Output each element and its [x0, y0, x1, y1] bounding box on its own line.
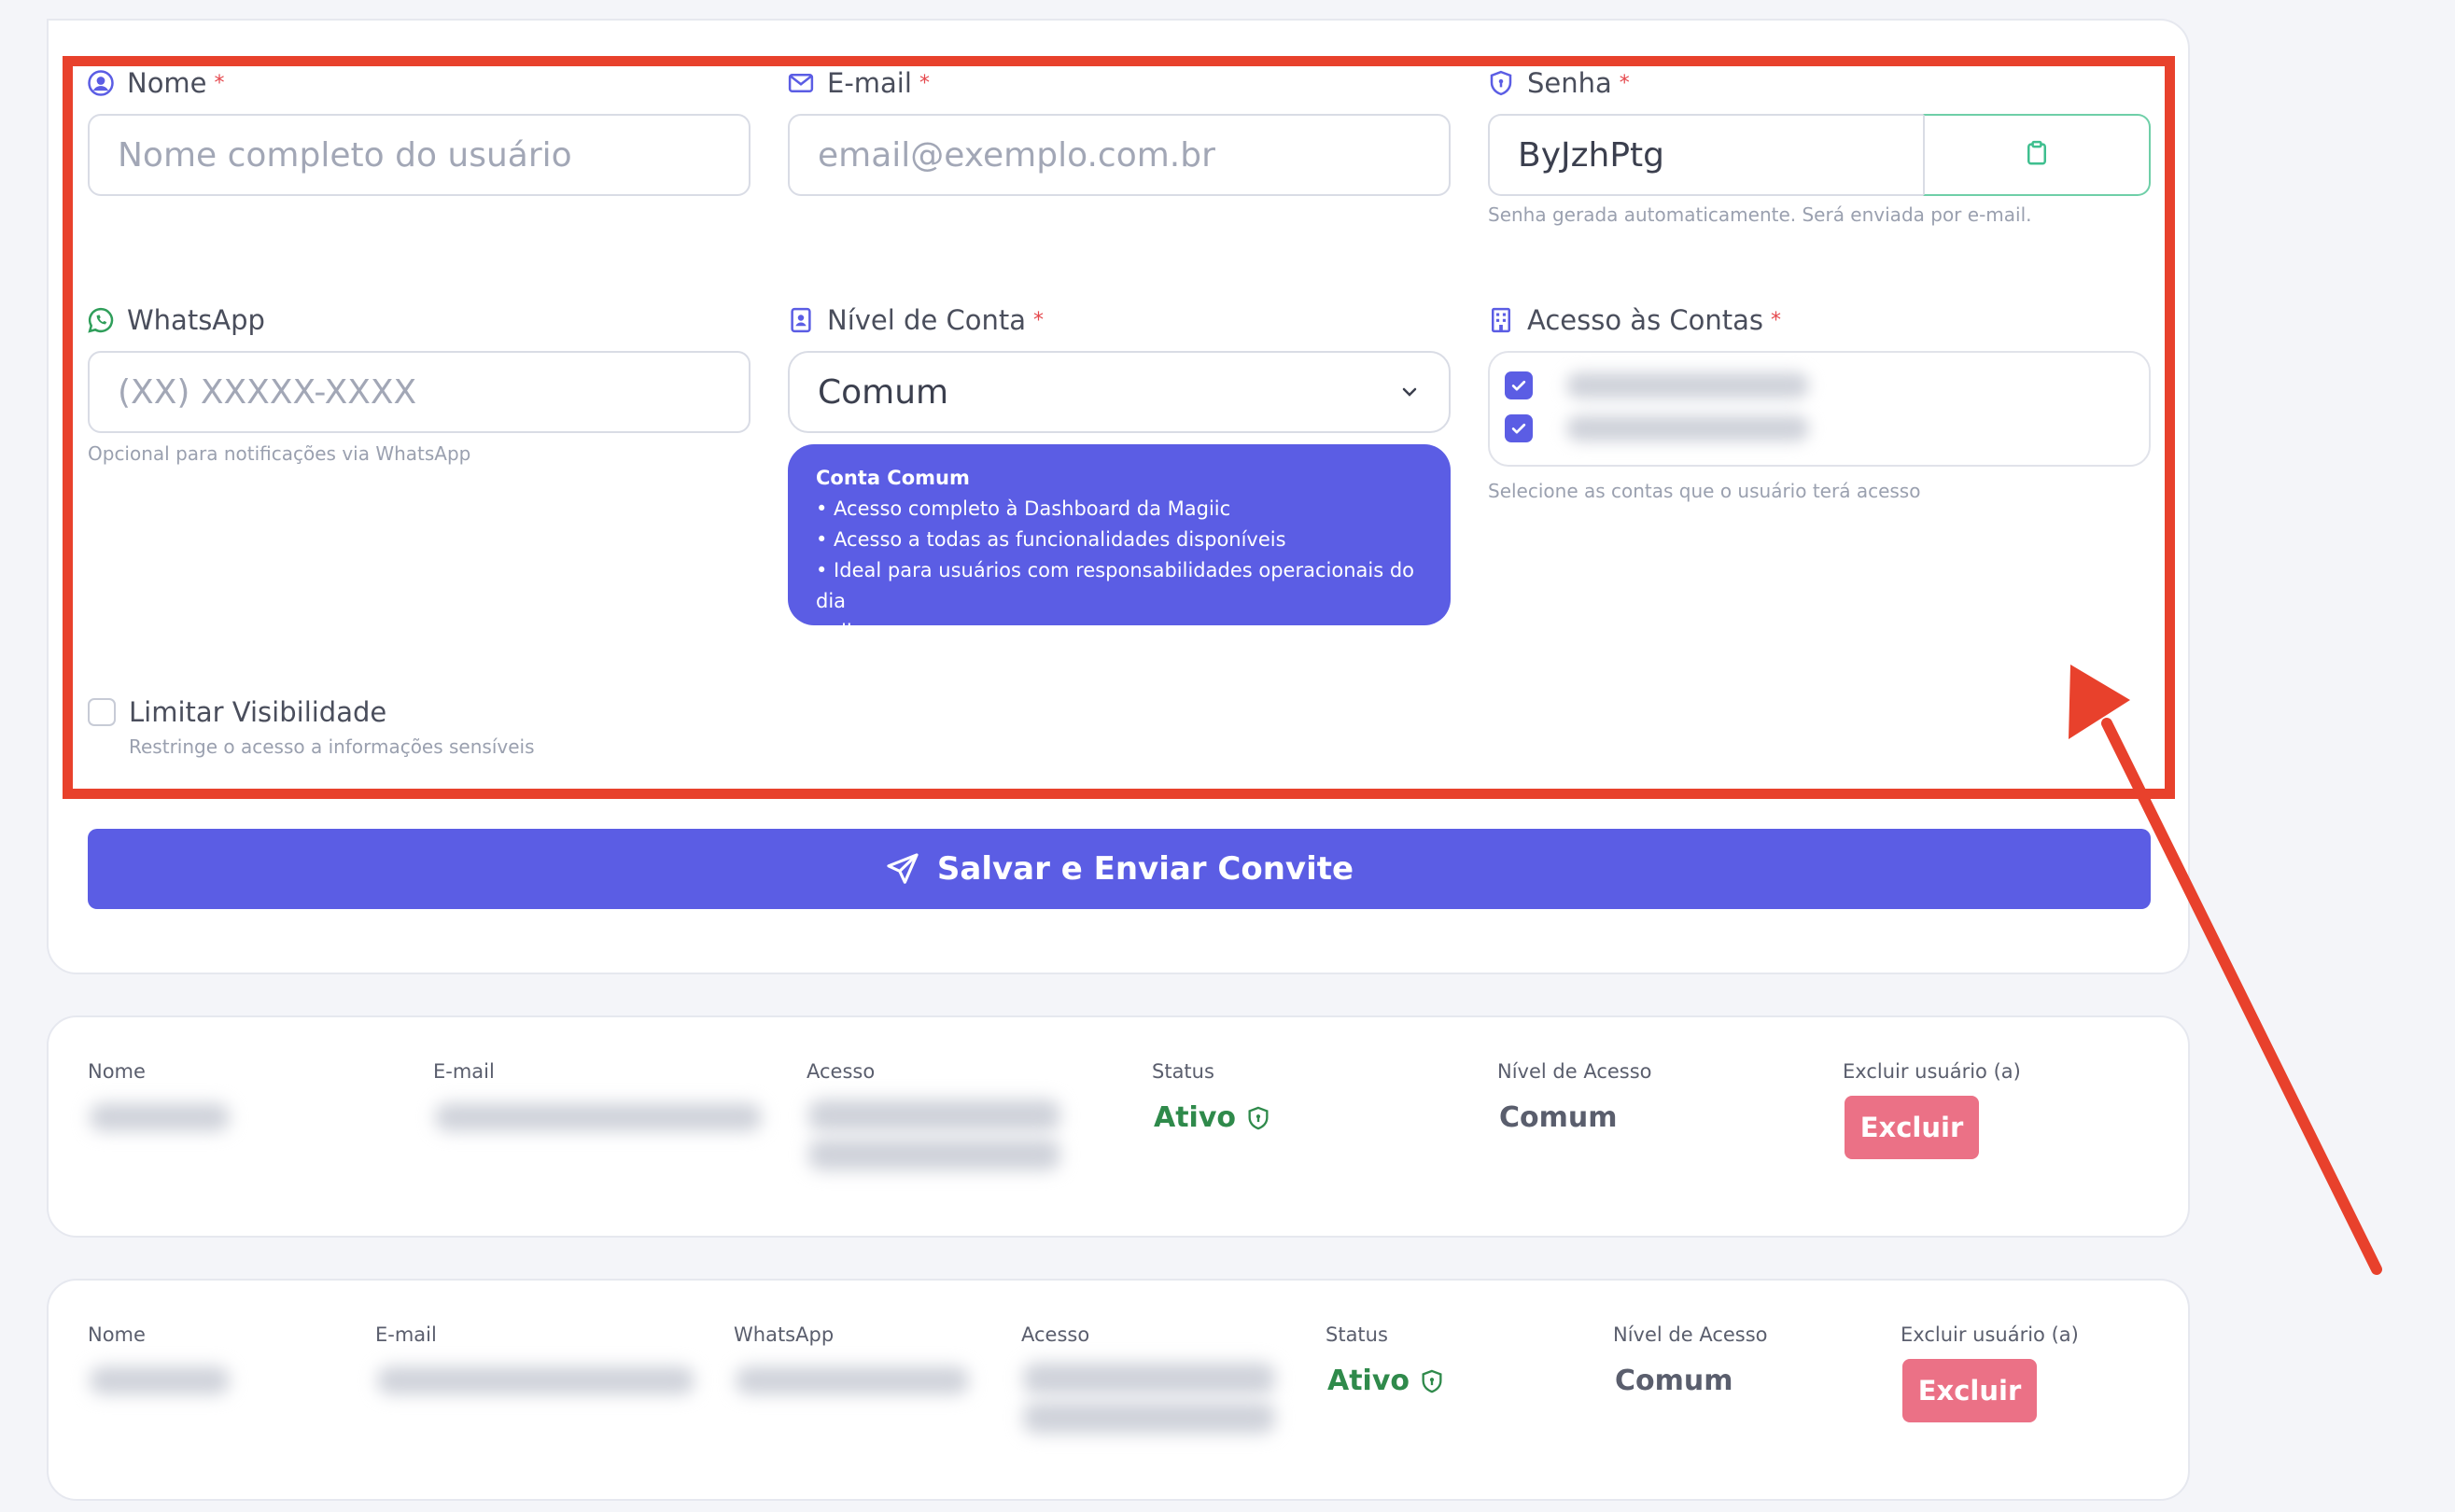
- account-level-select[interactable]: Comum: [788, 351, 1451, 433]
- account-name-redacted: [1566, 372, 1809, 399]
- password-hint: Senha gerada automaticamente. Será envia…: [1488, 203, 2032, 226]
- user-access-redacted: [808, 1099, 1060, 1131]
- save-and-invite-button[interactable]: Salvar e Enviar Convite: [88, 829, 2151, 909]
- user-status: Ativo: [1327, 1365, 1445, 1397]
- user-circle-icon: [86, 68, 116, 98]
- limit-visibility-checkbox[interactable]: [88, 698, 116, 726]
- check-icon[interactable]: [1505, 371, 1533, 399]
- envelope-icon: [786, 68, 816, 98]
- col-header-level: Nível de Acesso: [1497, 1060, 1652, 1083]
- shield-check-icon: [1419, 1368, 1445, 1394]
- limit-visibility-hint: Restringe o acesso a informações sensíve…: [129, 735, 535, 758]
- name-input[interactable]: Nome completo do usuário: [88, 114, 751, 196]
- col-header-email: E-mail: [433, 1060, 495, 1083]
- user-access-level: Comum: [1499, 1101, 1618, 1134]
- email-label: E-mail *: [786, 67, 930, 99]
- whatsapp-hint: Opcional para notificações via WhatsApp: [88, 442, 471, 465]
- building-icon: [1486, 305, 1516, 335]
- accounts-access-hint: Selecione as contas que o usuário terá a…: [1488, 480, 1921, 502]
- user-whatsapp-redacted: [736, 1366, 969, 1394]
- account-name-redacted: [1566, 415, 1809, 441]
- shield-check-icon: [1245, 1105, 1271, 1131]
- accounts-access-list: [1488, 351, 2151, 467]
- user-name-redacted: [90, 1366, 230, 1394]
- col-header-name: Nome: [88, 1060, 146, 1083]
- account-level-label: Nível de Conta *: [786, 304, 1044, 336]
- password-label: Senha *: [1486, 67, 1630, 99]
- send-icon: [885, 851, 920, 887]
- col-header-email: E-mail: [375, 1323, 437, 1346]
- email-input[interactable]: email@exemplo.com.br: [788, 114, 1451, 196]
- col-header-level: Nível de Acesso: [1613, 1323, 1768, 1346]
- shield-icon: [1486, 68, 1516, 98]
- name-label: Nome *: [86, 67, 225, 99]
- col-header-delete: Excluir usuário (a): [1843, 1060, 2021, 1083]
- user-email-redacted: [435, 1103, 762, 1131]
- whatsapp-label: WhatsApp: [86, 304, 265, 336]
- account-level-info: Conta Comum • Acesso completo à Dashboar…: [788, 444, 1451, 643]
- clipboard-icon: [2023, 139, 2051, 171]
- col-header-status: Status: [1326, 1323, 1388, 1346]
- password-input[interactable]: ByJzhPtg: [1488, 114, 1925, 196]
- chevron-down-icon: [1398, 373, 1421, 412]
- user-access-redacted: [808, 1139, 1060, 1170]
- user-access-level: Comum: [1615, 1365, 1733, 1397]
- col-header-whatsapp: WhatsApp: [734, 1323, 835, 1346]
- col-header-name: Nome: [88, 1323, 146, 1346]
- delete-user-button[interactable]: Excluir: [1845, 1096, 1979, 1159]
- copy-password-button[interactable]: [1923, 114, 2151, 196]
- create-user-form-card: Nome * Nome completo do usuário E-mail *…: [47, 19, 2190, 974]
- accounts-access-label: Acesso às Contas *: [1486, 304, 1781, 336]
- col-header-access: Acesso: [807, 1060, 876, 1083]
- user-status: Ativo: [1154, 1101, 1271, 1134]
- user-access-redacted: [1023, 1402, 1275, 1434]
- delete-user-button[interactable]: Excluir: [1902, 1359, 2037, 1422]
- check-icon[interactable]: [1505, 414, 1533, 442]
- user-row-card: Nome E-mail Acesso Status Nível de Acess…: [47, 1015, 2190, 1238]
- col-header-access: Acesso: [1021, 1323, 1090, 1346]
- user-access-redacted: [1023, 1363, 1275, 1394]
- col-header-delete: Excluir usuário (a): [1901, 1323, 2079, 1346]
- whatsapp-input[interactable]: (XX) XXXXX-XXXX: [88, 351, 751, 433]
- user-email-redacted: [377, 1366, 694, 1394]
- col-header-status: Status: [1152, 1060, 1214, 1083]
- id-badge-icon: [786, 305, 816, 335]
- user-name-redacted: [90, 1103, 230, 1131]
- user-row-card: Nome E-mail WhatsApp Acesso Status Nível…: [47, 1279, 2190, 1501]
- limit-visibility-label: Limitar Visibilidade: [129, 696, 387, 728]
- whatsapp-icon: [86, 305, 116, 335]
- account-option[interactable]: [1505, 414, 1809, 442]
- account-option[interactable]: [1505, 371, 1809, 399]
